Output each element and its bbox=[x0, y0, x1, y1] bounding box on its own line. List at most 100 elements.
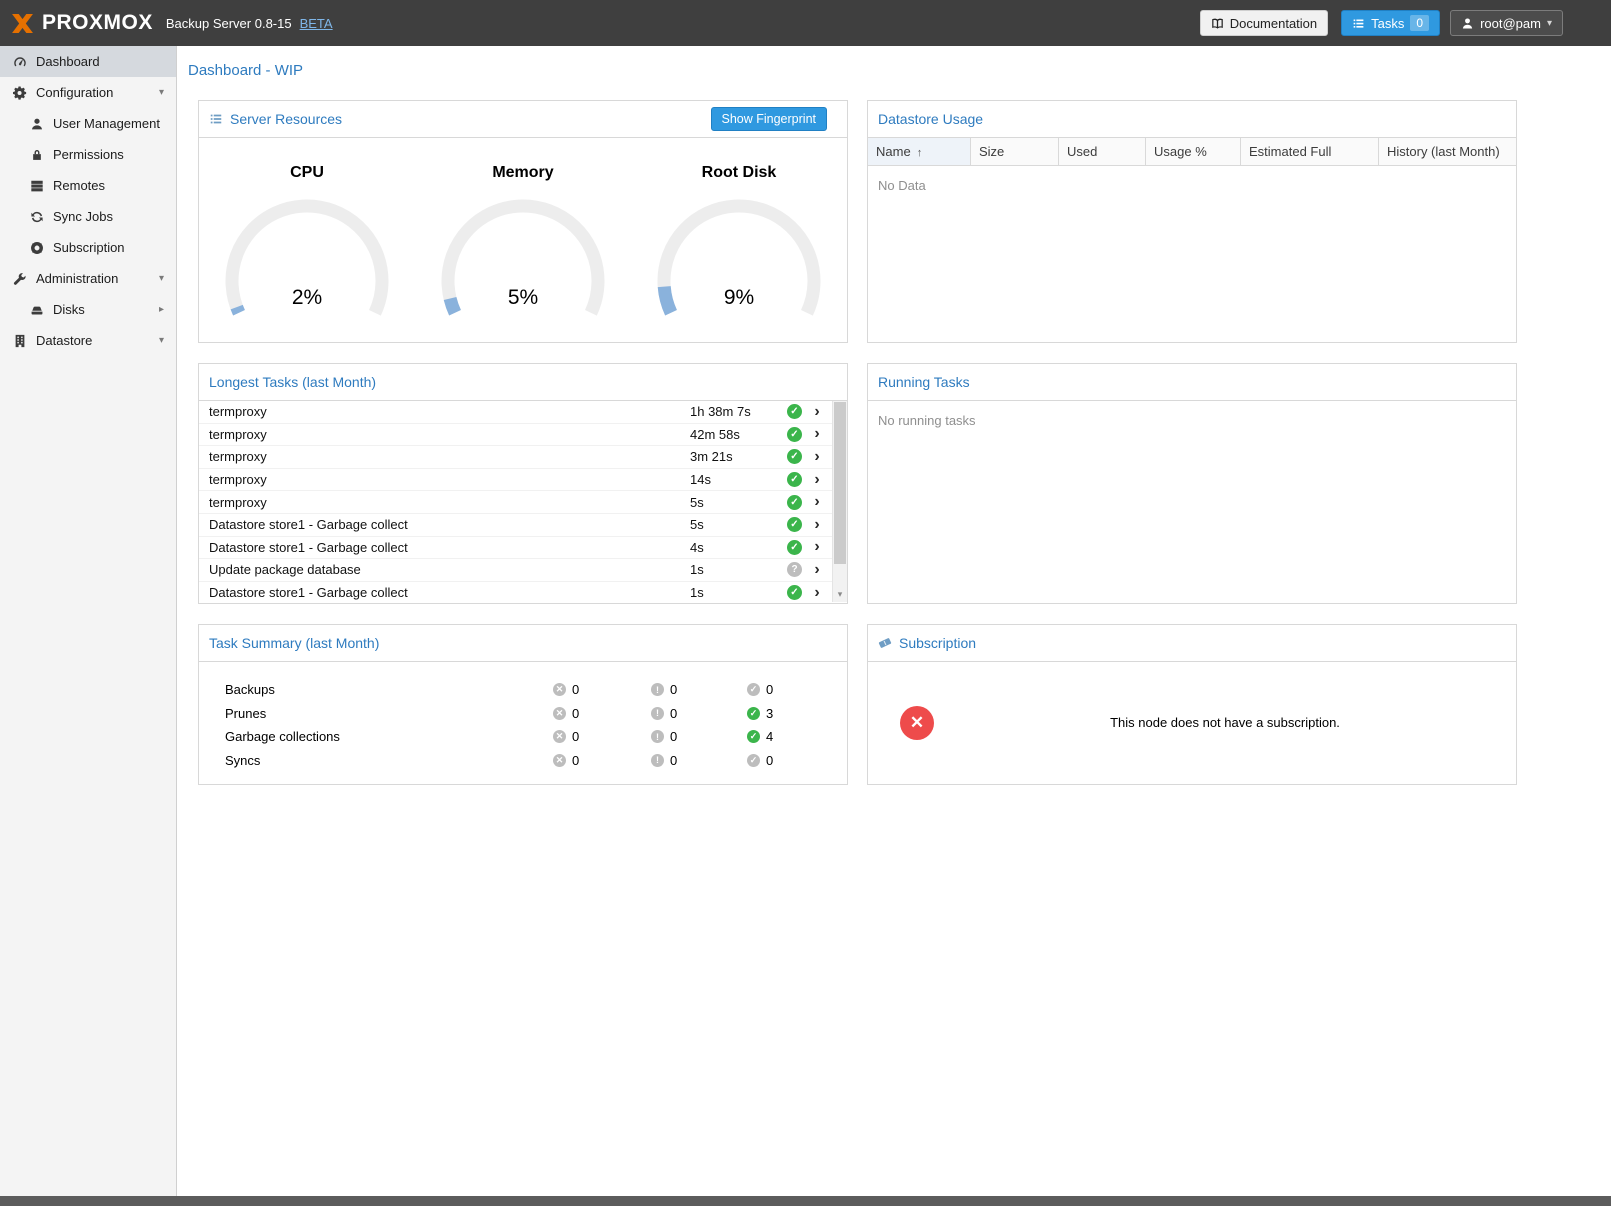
tasks-button[interactable]: Tasks 0 bbox=[1341, 10, 1440, 36]
ok-count: 0 bbox=[766, 753, 773, 768]
ticket-icon bbox=[878, 636, 892, 650]
sidebar-item-administration[interactable]: Administration ▾ bbox=[0, 263, 176, 294]
warning-status-icon bbox=[651, 683, 664, 696]
chevron-right-icon[interactable]: › bbox=[802, 403, 832, 421]
longest-tasks-title: Longest Tasks (last Month) bbox=[209, 374, 376, 390]
scrollbar-thumb[interactable] bbox=[834, 402, 846, 564]
scrollbar[interactable]: ▾ bbox=[832, 401, 847, 602]
warning-count: 0 bbox=[670, 729, 677, 744]
chevron-right-icon[interactable]: › bbox=[802, 448, 832, 466]
column-header-size[interactable]: Size bbox=[971, 138, 1059, 165]
sidebar: Dashboard Configuration ▾ User Managemen… bbox=[0, 46, 177, 1196]
tasks-label: Tasks bbox=[1371, 16, 1404, 31]
datastore-usage-panel: Datastore Usage Name↑ Size Used Usage % … bbox=[867, 100, 1517, 343]
task-status-icon bbox=[787, 427, 802, 442]
life-ring-icon bbox=[29, 241, 45, 255]
task-row[interactable]: termproxy 14s › bbox=[199, 469, 832, 492]
documentation-button[interactable]: Documentation bbox=[1200, 10, 1328, 36]
task-row[interactable]: Datastore store1 - Garbage collect 1s › bbox=[199, 582, 832, 602]
task-row[interactable]: Datastore store1 - Garbage collect 5s › bbox=[199, 514, 832, 537]
column-header-usage-pct[interactable]: Usage % bbox=[1146, 138, 1241, 165]
chevron-down-icon: ▾ bbox=[1547, 18, 1552, 29]
error-count: 0 bbox=[572, 706, 579, 721]
sidebar-item-user-management[interactable]: User Management bbox=[0, 108, 176, 139]
ok-status-icon bbox=[747, 730, 760, 743]
show-fingerprint-button[interactable]: Show Fingerprint bbox=[711, 107, 828, 131]
chevron-right-icon[interactable]: › bbox=[802, 538, 832, 556]
sidebar-item-subscription[interactable]: Subscription bbox=[0, 232, 176, 263]
task-row[interactable]: termproxy 1h 38m 7s › bbox=[199, 401, 832, 424]
server-resources-icon bbox=[209, 112, 223, 126]
task-name: Datastore store1 - Garbage collect bbox=[209, 585, 690, 600]
sidebar-item-permissions[interactable]: Permissions bbox=[0, 139, 176, 170]
task-status-icon bbox=[787, 495, 802, 510]
task-summary-panel: Task Summary (last Month) Backups 0 0 0 bbox=[198, 624, 848, 785]
proxmox-x-icon bbox=[10, 14, 35, 33]
beta-link[interactable]: BETA bbox=[300, 16, 333, 31]
chevron-right-icon[interactable]: › bbox=[802, 471, 832, 489]
task-row[interactable]: termproxy 42m 58s › bbox=[199, 424, 832, 447]
book-icon bbox=[1211, 17, 1224, 30]
task-name: termproxy bbox=[209, 427, 690, 442]
task-row[interactable]: termproxy 3m 21s › bbox=[199, 446, 832, 469]
gears-icon bbox=[12, 86, 28, 100]
gauges-row: CPU 2% Memory bbox=[199, 138, 847, 341]
gauge-value: 2% bbox=[212, 286, 402, 310]
task-duration: 42m 58s bbox=[690, 427, 787, 442]
error-count: 0 bbox=[572, 753, 579, 768]
chevron-right-icon[interactable]: › bbox=[802, 516, 832, 534]
column-header-name[interactable]: Name↑ bbox=[868, 138, 971, 165]
column-header-history[interactable]: History (last Month) bbox=[1379, 138, 1516, 165]
sidebar-item-label: Configuration bbox=[36, 85, 113, 100]
gauge-label: CPU bbox=[199, 164, 415, 182]
scrollbar-down-button[interactable]: ▾ bbox=[833, 588, 847, 602]
sidebar-item-label: Dashboard bbox=[36, 54, 100, 69]
gauge-value: 5% bbox=[428, 286, 618, 310]
longest-tasks-panel: Longest Tasks (last Month) termproxy 1h … bbox=[198, 363, 848, 604]
task-name: Datastore store1 - Garbage collect bbox=[209, 540, 690, 555]
sidebar-item-configuration[interactable]: Configuration ▾ bbox=[0, 77, 176, 108]
task-duration: 5s bbox=[690, 495, 787, 510]
cpu-gauge: CPU 2% bbox=[199, 164, 415, 341]
sidebar-item-label: Permissions bbox=[53, 147, 124, 162]
root-disk-gauge: Root Disk 9% bbox=[631, 164, 847, 341]
task-row[interactable]: Datastore store1 - Garbage collect 4s › bbox=[199, 537, 832, 560]
warning-status-icon bbox=[651, 707, 664, 720]
sidebar-item-dashboard[interactable]: Dashboard bbox=[0, 46, 176, 77]
ok-status-icon bbox=[747, 754, 760, 767]
sidebar-item-label: Subscription bbox=[53, 240, 125, 255]
sidebar-item-datastore[interactable]: Datastore ▾ bbox=[0, 325, 176, 356]
sidebar-item-sync-jobs[interactable]: Sync Jobs bbox=[0, 201, 176, 232]
sidebar-item-label: Datastore bbox=[36, 333, 92, 348]
running-tasks-title: Running Tasks bbox=[878, 374, 970, 390]
datastore-usage-title: Datastore Usage bbox=[878, 111, 983, 127]
chevron-right-icon[interactable]: › bbox=[802, 493, 832, 511]
user-menu-button[interactable]: root@pam ▾ bbox=[1450, 10, 1563, 36]
task-status-icon bbox=[787, 540, 802, 555]
ok-status-icon bbox=[747, 707, 760, 720]
column-header-estimated-full[interactable]: Estimated Full bbox=[1241, 138, 1379, 165]
task-duration: 1h 38m 7s bbox=[690, 404, 787, 419]
task-name: Update package database bbox=[209, 562, 690, 577]
error-count: 0 bbox=[572, 682, 579, 697]
warning-count: 0 bbox=[670, 753, 677, 768]
task-name: termproxy bbox=[209, 404, 690, 419]
hdd-icon bbox=[29, 303, 45, 317]
chevron-right-icon[interactable]: › bbox=[802, 425, 832, 443]
column-header-used[interactable]: Used bbox=[1059, 138, 1146, 165]
chevron-down-icon: ▾ bbox=[159, 87, 164, 98]
sidebar-item-remotes[interactable]: Remotes bbox=[0, 170, 176, 201]
task-duration: 14s bbox=[690, 472, 787, 487]
refresh-icon bbox=[29, 210, 45, 224]
error-count: 0 bbox=[572, 729, 579, 744]
task-row[interactable]: Update package database 1s › bbox=[199, 559, 832, 582]
top-header: PROXMOX Backup Server 0.8-15 BETA Docume… bbox=[0, 0, 1611, 46]
chevron-right-icon[interactable]: › bbox=[802, 561, 832, 579]
task-name: termproxy bbox=[209, 495, 690, 510]
chevron-right-icon[interactable]: › bbox=[802, 584, 832, 602]
task-row[interactable]: termproxy 5s › bbox=[199, 491, 832, 514]
warning-count: 0 bbox=[670, 682, 677, 697]
lock-icon bbox=[29, 148, 45, 162]
sidebar-item-disks[interactable]: Disks ▸ bbox=[0, 294, 176, 325]
server-resources-panel: Server Resources Show Fingerprint CPU bbox=[198, 100, 848, 343]
